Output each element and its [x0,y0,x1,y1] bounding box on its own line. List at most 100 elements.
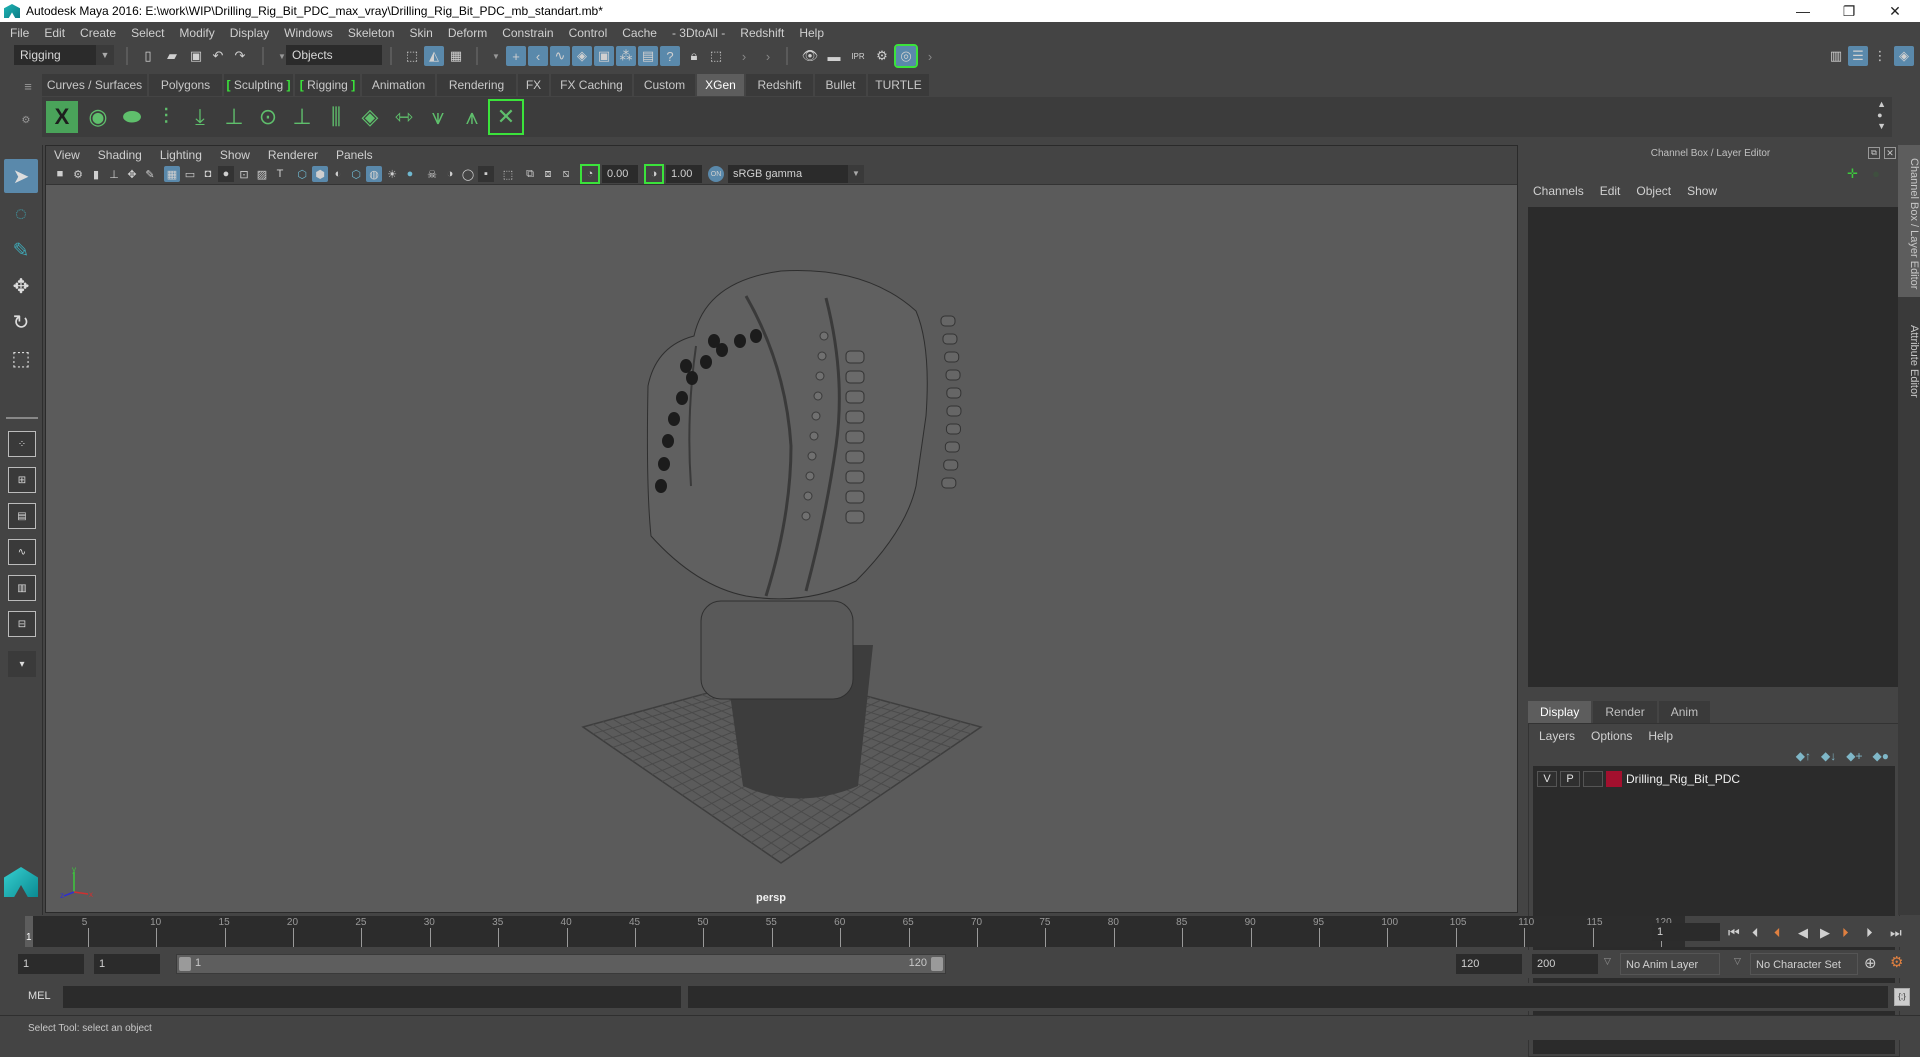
scene-canvas[interactable] [46,186,1517,886]
gamma-icon[interactable]: ◑ [644,164,664,184]
snap-grid-icon[interactable]: + [506,46,526,66]
camera-attributes-icon[interactable]: ⚙ [70,166,86,182]
select-component-icon[interactable]: ▦ [446,46,466,66]
shelf-tab-fx-caching[interactable]: FX Caching [551,74,633,96]
le-menu-layers[interactable]: Layers [1539,729,1575,743]
frame-all-icon[interactable]: ⧈ [540,166,556,182]
textured-icon[interactable]: ◍ [366,166,382,182]
menu-3dtoall[interactable]: - 3DtoAll - [672,26,725,40]
tab-render[interactable]: Render [1593,701,1657,723]
le-menu-help[interactable]: Help [1648,729,1673,743]
chevron-down-icon[interactable]: ▼ [486,46,506,66]
chevron-right-icon[interactable]: › [758,46,778,66]
undo-icon[interactable]: ↶ [208,46,228,66]
hide-xgen-icon[interactable]: ⬬ [116,101,148,133]
viewport-panel[interactable]: View Shading Lighting Show Renderer Pane… [45,145,1518,913]
antialiasing-icon[interactable]: ▪ [478,166,494,182]
anim-layer-dropdown[interactable]: No Anim Layer [1620,953,1720,975]
toggle-guide-visibility-icon[interactable]: ⊙ [252,101,284,133]
split-guides-icon[interactable]: ⫼ [320,101,352,133]
channel-box-toggle-icon[interactable]: ◈ [1894,46,1914,66]
menuset-dropdown[interactable]: Rigging ▼ [14,45,114,65]
rotate-tool-icon[interactable]: ↻ [4,305,38,339]
wireframe-icon[interactable]: ⬡ [294,166,310,182]
chevron-right-icon[interactable]: › [920,46,940,66]
shaded-wireframe-icon[interactable]: ◐ [330,166,346,182]
current-time-indicator[interactable]: 1 [25,916,33,947]
safe-title-icon[interactable]: T [272,166,288,182]
range-end-handle[interactable] [931,957,943,971]
select-guides-icon[interactable]: ⩛ [422,101,454,133]
snap-view-plane-icon[interactable]: ▣ [594,46,614,66]
2d-pan-zoom-icon[interactable]: ✥ [124,166,140,182]
xray-joints-icon[interactable]: ◑ [442,166,458,182]
groom-guides-icon[interactable]: ⇿ [388,101,420,133]
shelf-tab-redshift[interactable]: Redshift [746,74,814,96]
render-settings-icon[interactable]: ⚙ [872,46,892,66]
shelf-tab-polygons[interactable]: Polygons [149,74,223,96]
field-chart-icon[interactable]: ⊡ [236,166,252,182]
persp-graph-outliner-layout-icon[interactable]: ⊟ [8,611,36,637]
create-description-icon[interactable]: ⫶ [150,101,182,133]
hypershade-icon[interactable]: ◎ [894,44,918,68]
auto-key-icon[interactable]: ⊕ [1864,954,1877,972]
step-back-frame-button[interactable]: ⏴ [1774,925,1781,941]
step-forward-key-button[interactable]: ⏵ [1866,925,1873,941]
menu-constrain[interactable]: Constrain [502,26,553,40]
camera-icon[interactable]: ■ [52,166,68,182]
cb-menu-object[interactable]: Object [1636,184,1671,198]
le-menu-options[interactable]: Options [1591,729,1632,743]
snap-projected-center-icon[interactable]: ◈ [572,46,592,66]
frame-selection-icon[interactable]: ⧅ [558,166,574,182]
go-to-start-button[interactable]: ⏮ [1728,925,1740,941]
snap-curve-icon[interactable]: ‹ [528,46,548,66]
layer-row[interactable]: V P Drilling_Rig_Bit_PDC [1537,769,1740,789]
minimize-button[interactable]: — [1780,0,1826,22]
lock-icon[interactable]: 🔒︎ [684,46,704,66]
tab-anim[interactable]: Anim [1658,701,1711,723]
menu-create[interactable]: Create [80,26,116,40]
shelf-tab-custom[interactable]: Custom [634,74,696,96]
speed-icon[interactable]: ● [1872,166,1880,181]
playback-end-field[interactable]: 120 [1456,954,1522,974]
selection-mode-dropdown[interactable]: Objects [286,45,382,65]
shelf-tab-rigging[interactable]: [ Rigging ] [295,74,361,96]
place-guides-icon[interactable]: ⤓ [184,101,216,133]
redo-icon[interactable]: ↷ [230,46,250,66]
exposure-icon[interactable]: ◔ [580,164,600,184]
vp-menu-renderer[interactable]: Renderer [268,148,318,162]
play-backwards-button[interactable]: ◀ [1798,925,1808,941]
manipulator-icon[interactable]: ✛ [1847,166,1858,182]
paint-fur-icon[interactable]: ◈ [354,101,386,133]
range-slider[interactable]: 1 120 [176,954,946,974]
gamma-field[interactable]: 1.00 [666,165,702,183]
snap-point-icon[interactable]: ∿ [550,46,570,66]
range-start-handle[interactable] [179,957,191,971]
shelf-scroll-icon[interactable]: ▲ ● ▼ [1877,99,1886,132]
current-frame-field[interactable]: 1 [1652,923,1720,941]
menu-modify[interactable]: Modify [179,26,214,40]
add-guide-icon[interactable]: ⊥ [218,101,250,133]
vp-menu-shading[interactable]: Shading [98,148,142,162]
move-tool-icon[interactable]: ✥ [4,269,38,303]
bookmark-icon[interactable]: ▮ [88,166,104,182]
cb-menu-channels[interactable]: Channels [1533,184,1584,198]
xgen-window-icon[interactable]: X [46,101,78,133]
menu-select[interactable]: Select [131,26,164,40]
menu-edit[interactable]: Edit [44,26,65,40]
new-empty-layer-icon[interactable]: ◆+ [1846,749,1862,763]
tool-settings-icon[interactable]: ⋮ [1870,46,1890,66]
open-scene-icon[interactable]: ▰ [162,46,182,66]
menu-deform[interactable]: Deform [448,26,487,40]
help-icon[interactable]: ? [660,46,680,66]
shelf-menu-icon[interactable]: ≡ [18,76,38,96]
drill-bit-model[interactable] [646,270,962,799]
menu-windows[interactable]: Windows [284,26,333,40]
shelf-tab-bullet[interactable]: Bullet [815,74,867,96]
command-input[interactable] [63,986,681,1008]
hypershade-layout-icon[interactable]: ▥ [8,575,36,601]
command-language-label[interactable]: MEL [28,990,51,1002]
chevron-down-icon[interactable]: ▽ [1734,956,1741,967]
isolate-select-icon[interactable]: ⬚ [500,166,516,182]
hud-icon[interactable]: ⧉ [522,166,538,182]
